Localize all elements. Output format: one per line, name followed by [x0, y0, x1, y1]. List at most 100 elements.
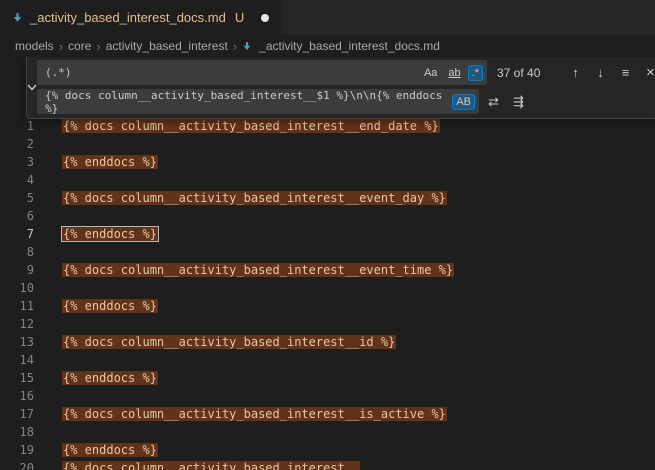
line-number: 2 [0, 135, 34, 153]
line-number: 5 [0, 189, 34, 207]
editor-line[interactable]: 3 {% enddocs %} [0, 153, 655, 171]
breadcrumb-item-core[interactable]: core [68, 39, 91, 53]
replace-all-button[interactable]: ⇶ [508, 91, 529, 112]
breadcrumb-item-models[interactable]: models [15, 39, 54, 53]
replace-input[interactable]: {% docs column__activity_based_interest_… [37, 89, 479, 114]
line-content: {% docs column__activity_based_interest_… [34, 261, 454, 279]
replace-row: {% docs column__activity_based_interest_… [37, 89, 655, 114]
line-content [34, 243, 62, 261]
match-case-toggle[interactable]: Aa [420, 65, 441, 81]
line-number: 14 [0, 351, 34, 369]
editor-line[interactable]: 12 [0, 315, 655, 333]
chevron-right-icon: › [233, 39, 237, 54]
find-input[interactable]: (.*) Aa ab .* [37, 60, 487, 85]
markdown-icon [12, 12, 23, 23]
line-content [34, 315, 62, 333]
line-content [34, 279, 62, 297]
find-match-highlight: {% docs column__activity_based_interest_… [62, 263, 454, 277]
selection-lines-icon: ≡ [622, 65, 630, 80]
editor-line[interactable]: 13 {% docs column__activity_based_interes… [0, 333, 655, 351]
editor-line[interactable]: 4 [0, 171, 655, 189]
find-in-selection-button[interactable]: ≡ [615, 62, 636, 83]
line-content: {% enddocs %} [34, 441, 158, 459]
line-content: {% docs column__activity_based_interest_… [34, 333, 396, 351]
editor-line[interactable]: 2 [0, 135, 655, 153]
editor-line[interactable]: 14 [0, 351, 655, 369]
preserve-case-toggle[interactable]: AB [452, 94, 475, 110]
editor-line[interactable]: 16 [0, 387, 655, 405]
editor-line[interactable]: 20 {% docs column__activity_based_interes… [0, 459, 655, 470]
arrow-down-icon: ↓ [597, 65, 604, 80]
find-match-highlight: {% enddocs %} [62, 155, 158, 169]
next-match-button[interactable]: ↓ [590, 62, 611, 83]
line-number: 6 [0, 207, 34, 225]
tab-bar: _activity_based_interest_docs.md U [0, 0, 655, 35]
line-content [34, 351, 62, 369]
breadcrumb-item-file[interactable]: _activity_based_interest_docs.md [259, 39, 440, 53]
line-content [34, 207, 62, 225]
replace-all-icon: ⇶ [513, 94, 524, 110]
find-results-count: 37 of 40 [497, 66, 555, 80]
markdown-icon [242, 41, 252, 51]
editor-line[interactable]: 6 [0, 207, 655, 225]
find-match-highlight: {% enddocs %} [62, 227, 158, 241]
find-match-highlight: {% docs column__activity_based_interest_… [62, 119, 440, 133]
chevron-down-icon [27, 84, 37, 91]
line-number: 11 [0, 297, 34, 315]
editor-line[interactable]: 9 {% docs column__activity_based_interest… [0, 261, 655, 279]
editor-line[interactable]: 5 {% docs column__activity_based_interest… [0, 189, 655, 207]
git-status-badge: U [235, 10, 244, 25]
breadcrumb: models › core › activity_based_interest … [0, 35, 655, 57]
editor-line[interactable]: 18 [0, 423, 655, 441]
replace-button[interactable]: ⇄ [483, 91, 504, 112]
line-content: {% enddocs %} [34, 369, 158, 387]
find-match-highlight: {% docs column__activity_based_interest_… [62, 407, 447, 421]
editor[interactable]: 1{% docs column__activity_based_interest… [0, 57, 655, 470]
editor-line[interactable]: 10 [0, 279, 655, 297]
line-number: 17 [0, 405, 34, 423]
line-number: 13 [0, 333, 34, 351]
breadcrumb-item-activity-based-interest[interactable]: activity_based_interest [106, 39, 228, 53]
line-number: 7 [0, 225, 34, 243]
line-number: 4 [0, 171, 34, 189]
chevron-right-icon: › [96, 39, 100, 54]
line-number: 16 [0, 387, 34, 405]
editor-line[interactable]: 19 {% enddocs %} [0, 441, 655, 459]
find-widget: (.*) Aa ab .* 37 of 40 ↑ ↓ ≡ × {% docs c… [26, 57, 655, 119]
line-number: 20 [0, 459, 34, 470]
editor-line[interactable]: 7 {% enddocs %} [0, 225, 655, 243]
close-find-button[interactable]: × [640, 62, 655, 83]
line-number: 19 [0, 441, 34, 459]
line-content [34, 171, 62, 189]
editor-line[interactable]: 17 {% docs column__activity_based_interes… [0, 405, 655, 423]
whole-word-toggle[interactable]: ab [444, 65, 464, 81]
editor-line[interactable]: 15{% enddocs %} [0, 369, 655, 387]
modified-dot-icon[interactable] [261, 14, 269, 22]
find-match-highlight: {% enddocs %} [62, 371, 158, 385]
editor-line[interactable]: 8 [0, 243, 655, 261]
line-number: 18 [0, 423, 34, 441]
find-input-value: (.*) [45, 66, 72, 79]
regex-toggle[interactable]: .* [468, 65, 483, 81]
line-number: 3 [0, 153, 34, 171]
line-content [34, 135, 62, 153]
close-icon: × [646, 64, 655, 81]
find-match-highlight: {% docs column__activity_based_interest_… [62, 191, 447, 205]
tab-active-file[interactable]: _activity_based_interest_docs.md U [0, 0, 281, 35]
line-number: 10 [0, 279, 34, 297]
find-row: (.*) Aa ab .* 37 of 40 ↑ ↓ ≡ × [37, 60, 655, 85]
line-content: {% enddocs %} [34, 225, 158, 243]
find-match-highlight: {% docs column__activity_based_interest_… [62, 461, 360, 470]
line-number: 12 [0, 315, 34, 333]
line-number: 9 [0, 261, 34, 279]
tab-title: _activity_based_interest_docs.md [30, 10, 226, 25]
find-match-highlight: {% docs column__activity_based_interest_… [62, 335, 396, 349]
editor-line[interactable]: 1{% docs column__activity_based_interest… [0, 117, 655, 135]
previous-match-button[interactable]: ↑ [565, 62, 586, 83]
find-match-highlight: {% enddocs %} [62, 443, 158, 457]
editor-line[interactable]: 11{% enddocs %} [0, 297, 655, 315]
line-content: {% docs column__activity_based_interest_… [34, 189, 447, 207]
line-content: {% enddocs %} [34, 297, 158, 315]
toggle-replace-button[interactable] [27, 60, 37, 114]
line-content [34, 423, 62, 441]
